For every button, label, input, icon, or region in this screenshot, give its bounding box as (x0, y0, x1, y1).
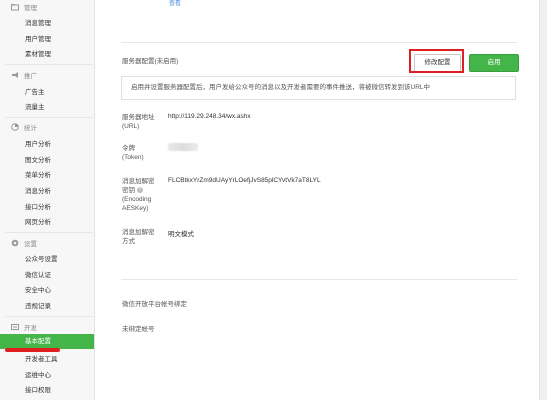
help-icon[interactable]: ? (136, 187, 143, 194)
sidebar-section-title: 推广 (24, 73, 37, 80)
highlight-box (409, 49, 464, 73)
url-label-line1: 服务器地址 (122, 114, 155, 121)
token-value-redacted (168, 143, 198, 151)
sidebar-section-title: 设置 (24, 241, 37, 248)
mode-label-line2: 方式 (122, 238, 135, 245)
url-label: 服务器地址 (URL) (122, 113, 155, 131)
token-label-line1: 令牌 (122, 145, 135, 152)
server-config-title: 服务器配置(未启用) (122, 58, 179, 65)
divider (121, 42, 517, 43)
aes-label-line1: 消息加解密 (122, 178, 155, 185)
aes-key-label: 消息加解密 密钥 ? (Encoding AESKey) (122, 177, 155, 213)
sidebar-item-dev-tools[interactable]: 开发者工具 (25, 353, 58, 363)
sidebar-item-api-permissions[interactable]: 接口权限 (25, 384, 51, 394)
sidebar-item-ops-center[interactable]: 运维中心 (25, 369, 51, 379)
open-platform-label: 微信开放平台帐号绑定 (122, 301, 187, 308)
aes-key-value: FLCBtkxYrZm9dUAyYrLOefjJvS85plCYvtVk7aT8… (168, 177, 321, 184)
chart-icon (11, 123, 19, 131)
aes-label-line3: (Encoding (122, 196, 152, 203)
code-icon (11, 323, 19, 331)
sidebar-item-security[interactable]: 安全中心 (25, 284, 51, 294)
sidebar-section-stats: 统计 (11, 122, 37, 132)
sidebar-section-title: 开发 (24, 325, 37, 332)
unbound-account-label: 未绑定帐号 (122, 326, 155, 333)
url-label-line2: (URL) (122, 123, 140, 130)
sidebar-item-traffic[interactable]: 流量主 (25, 101, 45, 111)
sidebar-item-api-analysis[interactable]: 接口分析 (25, 201, 51, 211)
config-notice: 启用并设置服务器配置后，用户发给公众号的消息以及开发者需要的事件推送，将被微信转… (121, 76, 516, 100)
gear-icon (11, 239, 19, 247)
megaphone-icon (11, 71, 19, 79)
folder-icon (11, 3, 19, 11)
divider (5, 232, 93, 233)
sidebar-section-develop: 开发 (11, 322, 37, 332)
sidebar-item-account-settings[interactable]: 公众号设置 (25, 253, 58, 263)
sidebar-item-basic-config[interactable]: 基本配置 (0, 334, 94, 349)
sidebar-item-article-analysis[interactable]: 图文分析 (25, 154, 51, 164)
sidebar-section-promote: 推广 (11, 70, 37, 80)
encryption-mode-label: 消息加解密 方式 (122, 228, 155, 246)
enable-button[interactable]: 启用 (469, 54, 519, 72)
scrollbar[interactable] (539, 0, 547, 400)
sidebar-section-title: 管理 (24, 5, 37, 12)
sidebar-item-violations[interactable]: 违规记录 (25, 300, 51, 310)
sidebar: 管理 消息管理 用户管理 素材管理 推广 广告主 流量主 统计 用户分析 图文分… (0, 0, 95, 400)
divider (5, 316, 93, 317)
aes-label-line2: 密钥 (122, 187, 135, 194)
sidebar-item-users[interactable]: 用户管理 (25, 33, 51, 43)
sidebar-item-message-analysis[interactable]: 消息分析 (25, 185, 51, 195)
sidebar-item-messages[interactable]: 消息管理 (25, 17, 51, 27)
sidebar-item-user-analysis[interactable]: 用户分析 (25, 138, 51, 148)
sidebar-item-web-analysis[interactable]: 网页分析 (25, 216, 51, 226)
token-label-line2: (Token) (122, 154, 144, 161)
sidebar-item-menu-analysis[interactable]: 菜单分析 (25, 169, 51, 179)
sidebar-section-title: 统计 (24, 125, 37, 132)
url-value: http://119.29.248.34/wx.ashx (168, 113, 251, 120)
divider (5, 117, 93, 118)
top-link[interactable]: 查看 (169, 0, 181, 7)
highlight-underline (5, 348, 60, 352)
sidebar-item-advertiser[interactable]: 广告主 (25, 86, 45, 96)
sidebar-section-manage: 管理 (11, 2, 37, 12)
token-label: 令牌 (Token) (122, 144, 144, 162)
encryption-mode-value: 明文模式 (168, 231, 194, 238)
main-content: 查看 服务器配置(未启用) 修改配置 启用 启用并设置服务器配置后，用户发给公众… (94, 0, 547, 400)
mode-label-line1: 消息加解密 (122, 229, 155, 236)
sidebar-item-materials[interactable]: 素材管理 (25, 48, 51, 58)
sidebar-item-verification[interactable]: 微信认证 (25, 269, 51, 279)
aes-label-line4: AESKey) (122, 205, 149, 212)
sidebar-section-settings: 设置 (11, 238, 37, 248)
divider (121, 279, 517, 280)
divider (5, 64, 93, 65)
